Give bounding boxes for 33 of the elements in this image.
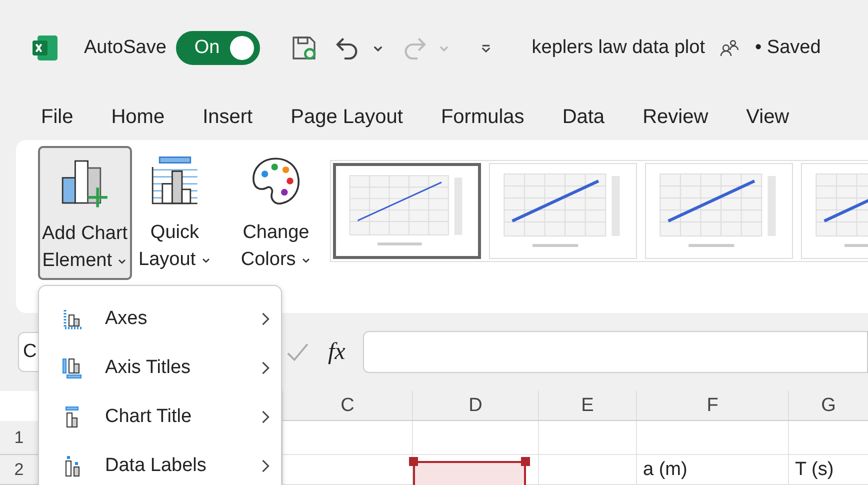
autosave-toggle[interactable]: On [176,30,260,64]
table-cell: a (m) [636,455,788,485]
ribbon-tab[interactable]: File [22,102,92,133]
add-chart-element-button[interactable]: Add Chart Element [38,146,132,280]
people-icon[interactable] [718,38,739,58]
row-header[interactable]: 2 [0,455,38,485]
table-cell: T (s) [788,455,868,485]
column-header[interactable]: C [282,391,412,421]
save-icon[interactable] [290,34,318,62]
ribbon-tab[interactable]: Review [624,102,728,133]
formula-input[interactable] [363,331,868,373]
insert-function-button[interactable]: fx [320,338,354,366]
menu-item[interactable]: Axes [39,294,281,343]
menu-item[interactable]: Data Labels [39,441,281,485]
column-header[interactable]: E [538,391,636,421]
row-header[interactable]: 1 [0,421,38,455]
column-header[interactable]: D [412,391,538,421]
excel-logo-icon [30,32,60,62]
autosave-label: AutoSave [84,36,166,58]
ribbon-tab[interactable]: View [727,102,808,133]
column-header[interactable]: F [636,391,788,421]
menu-item[interactable]: Axis Titles [39,343,281,392]
document-title: keplers law data plot [532,36,705,58]
ribbon-tab[interactable]: Home [92,102,184,133]
ribbon-tab[interactable]: Page Layout [272,102,422,133]
save-status: • Saved [754,36,821,58]
ribbon-tab[interactable]: Formulas [422,102,544,133]
ribbon-tab[interactable]: Data [543,102,624,133]
quick-layout-button[interactable]: Quick Layout [136,146,214,278]
ribbon-tab[interactable]: Insert [184,102,272,133]
column-header[interactable]: G [788,391,868,421]
change-colors-button[interactable]: Change Colors [238,146,314,278]
menu-item[interactable]: Chart Title [39,392,281,441]
